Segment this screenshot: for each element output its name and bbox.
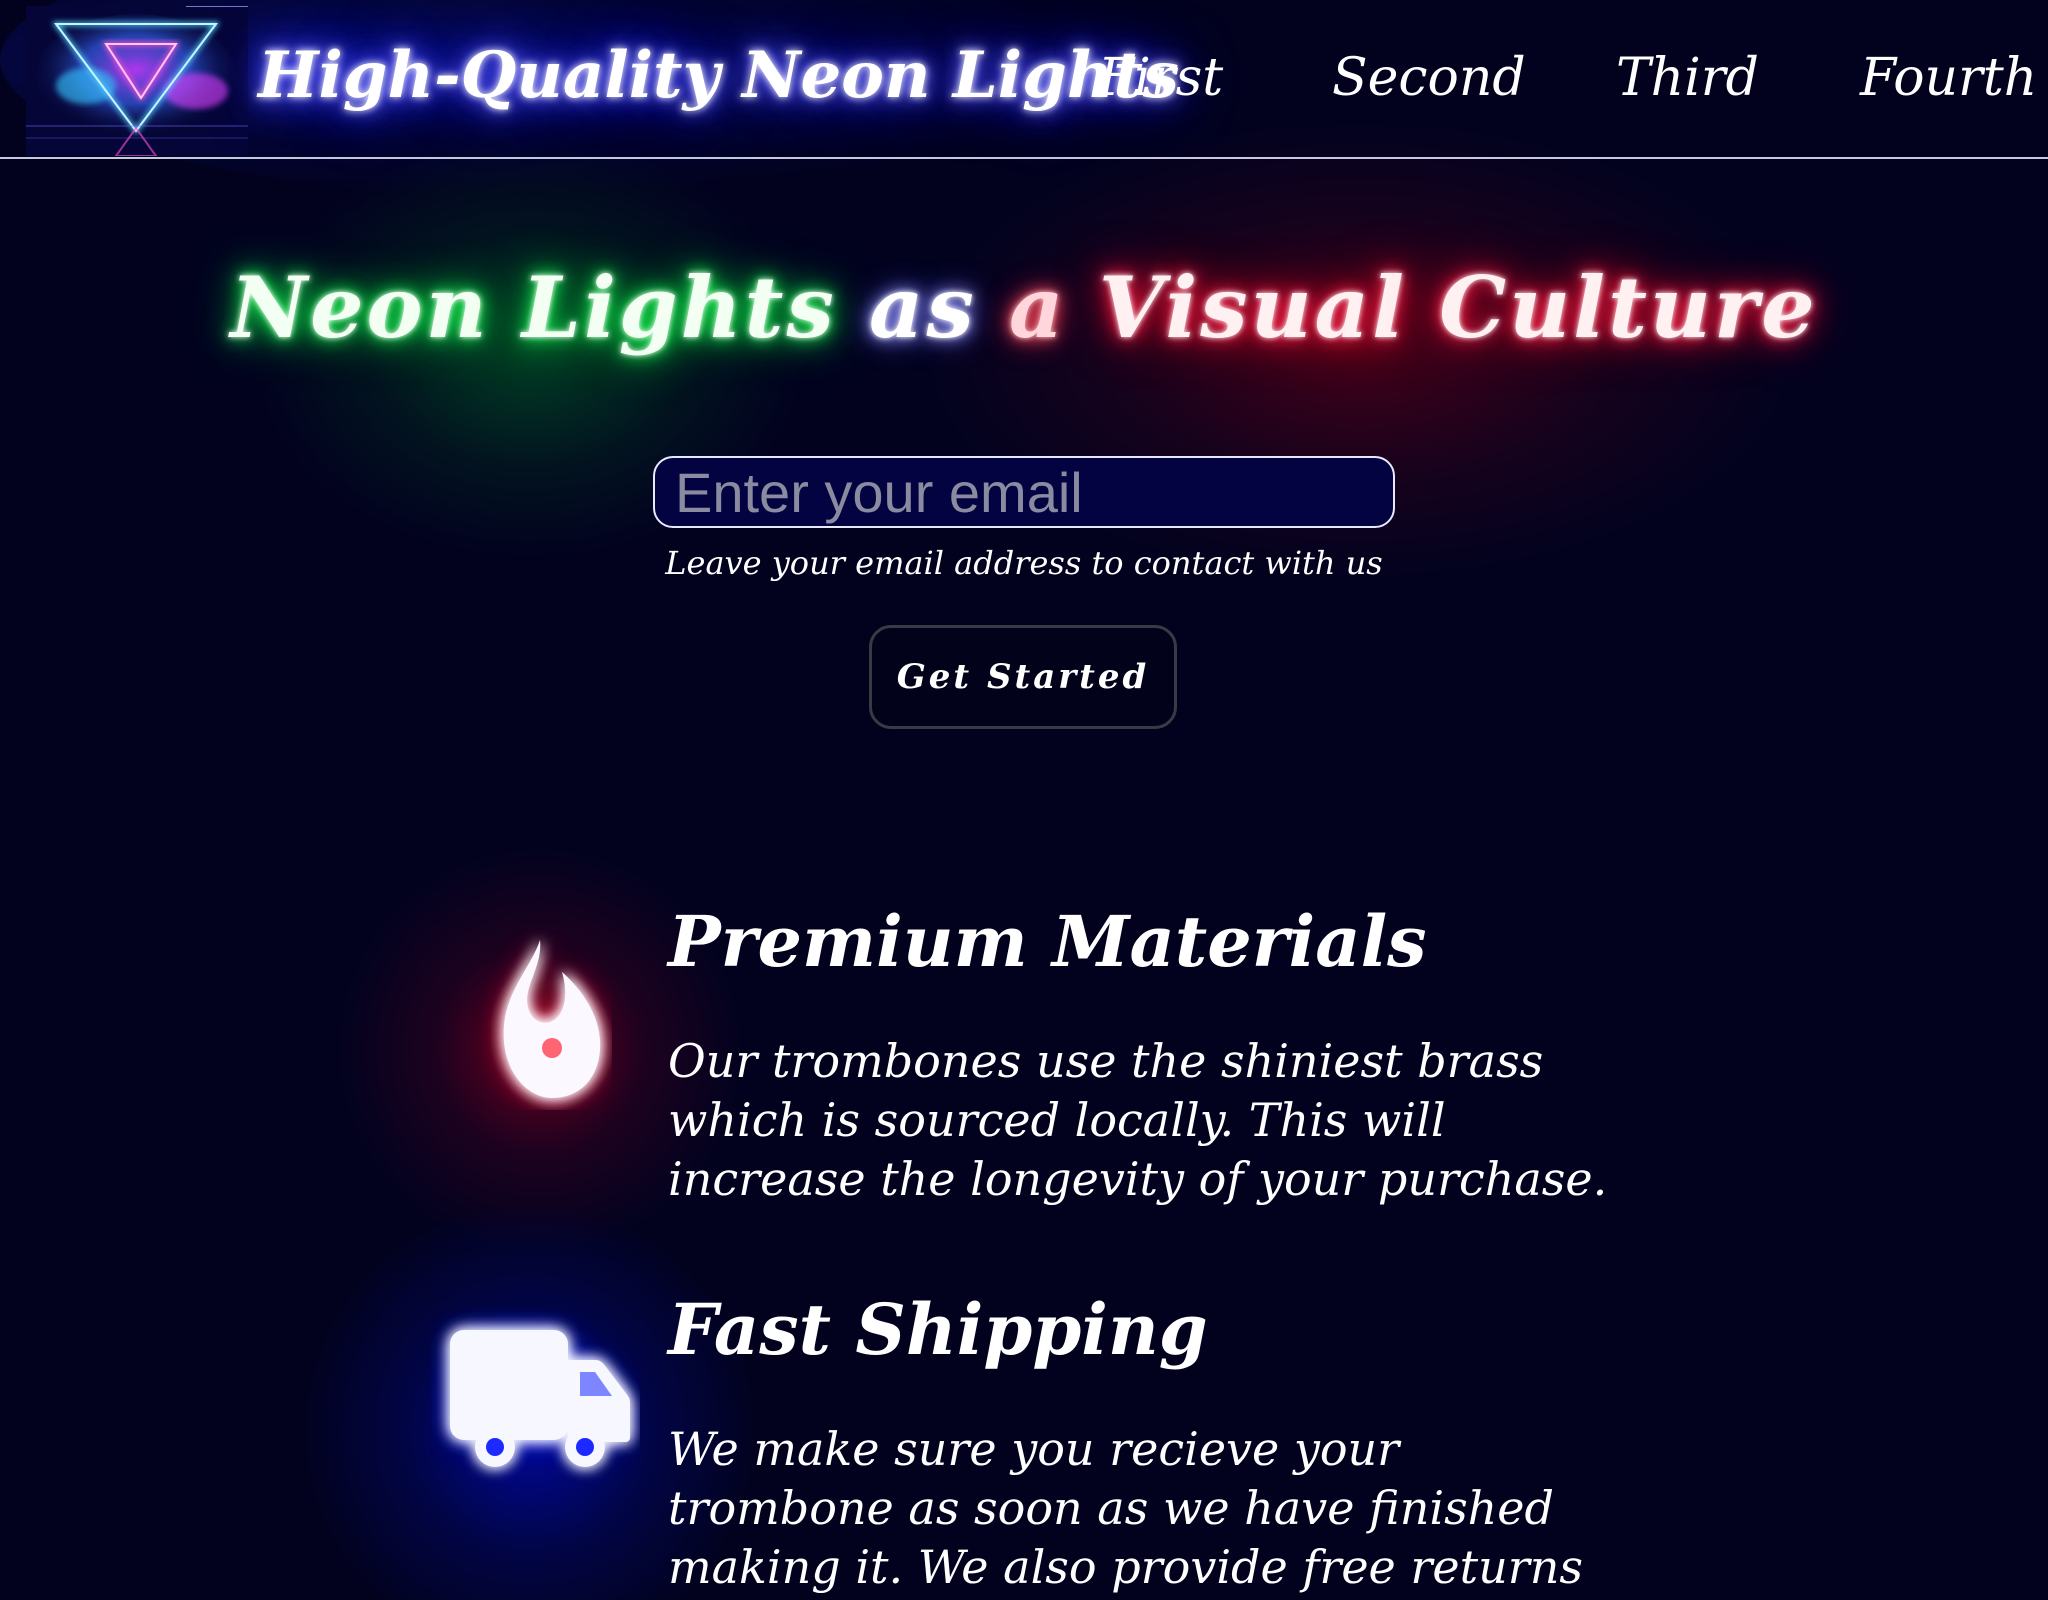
- nav-link-third[interactable]: Third: [1616, 48, 1759, 108]
- neon-triangle-logo-icon[interactable]: [26, 5, 248, 157]
- site-header: High-Quality Neon Lights First Second Th…: [0, 0, 2048, 159]
- fire-icon: [462, 930, 612, 1110]
- hero-word: as: [869, 258, 977, 357]
- hero-word: Lights: [521, 258, 837, 357]
- truck-icon: [430, 1310, 640, 1485]
- email-hint: Leave your email address to contact with…: [665, 544, 1383, 582]
- nav-link-second[interactable]: Second: [1332, 48, 1526, 108]
- feature-text: We make sure you recieve your trombone a…: [668, 1422, 1583, 1600]
- feature-title: Premium Materials: [668, 900, 1427, 983]
- nav-link-first[interactable]: First: [1098, 48, 1223, 108]
- hero-title: Neon Lights as a Visual Culture: [0, 258, 2048, 357]
- nav-link-fourth[interactable]: Fourth: [1860, 48, 2037, 108]
- feature-text: Our trombones use the shiniest brass whi…: [668, 1034, 1608, 1206]
- hero-word: Culture: [1439, 258, 1818, 357]
- hero-word: Neon: [230, 258, 490, 357]
- email-input[interactable]: [653, 456, 1395, 528]
- brand-title: High-Quality Neon Lights: [258, 38, 1179, 113]
- hero-word: a: [1009, 258, 1067, 357]
- get-started-button[interactable]: Get Started: [869, 625, 1177, 729]
- hero-word: Visual: [1098, 258, 1407, 357]
- feature-title: Fast Shipping: [668, 1288, 1208, 1371]
